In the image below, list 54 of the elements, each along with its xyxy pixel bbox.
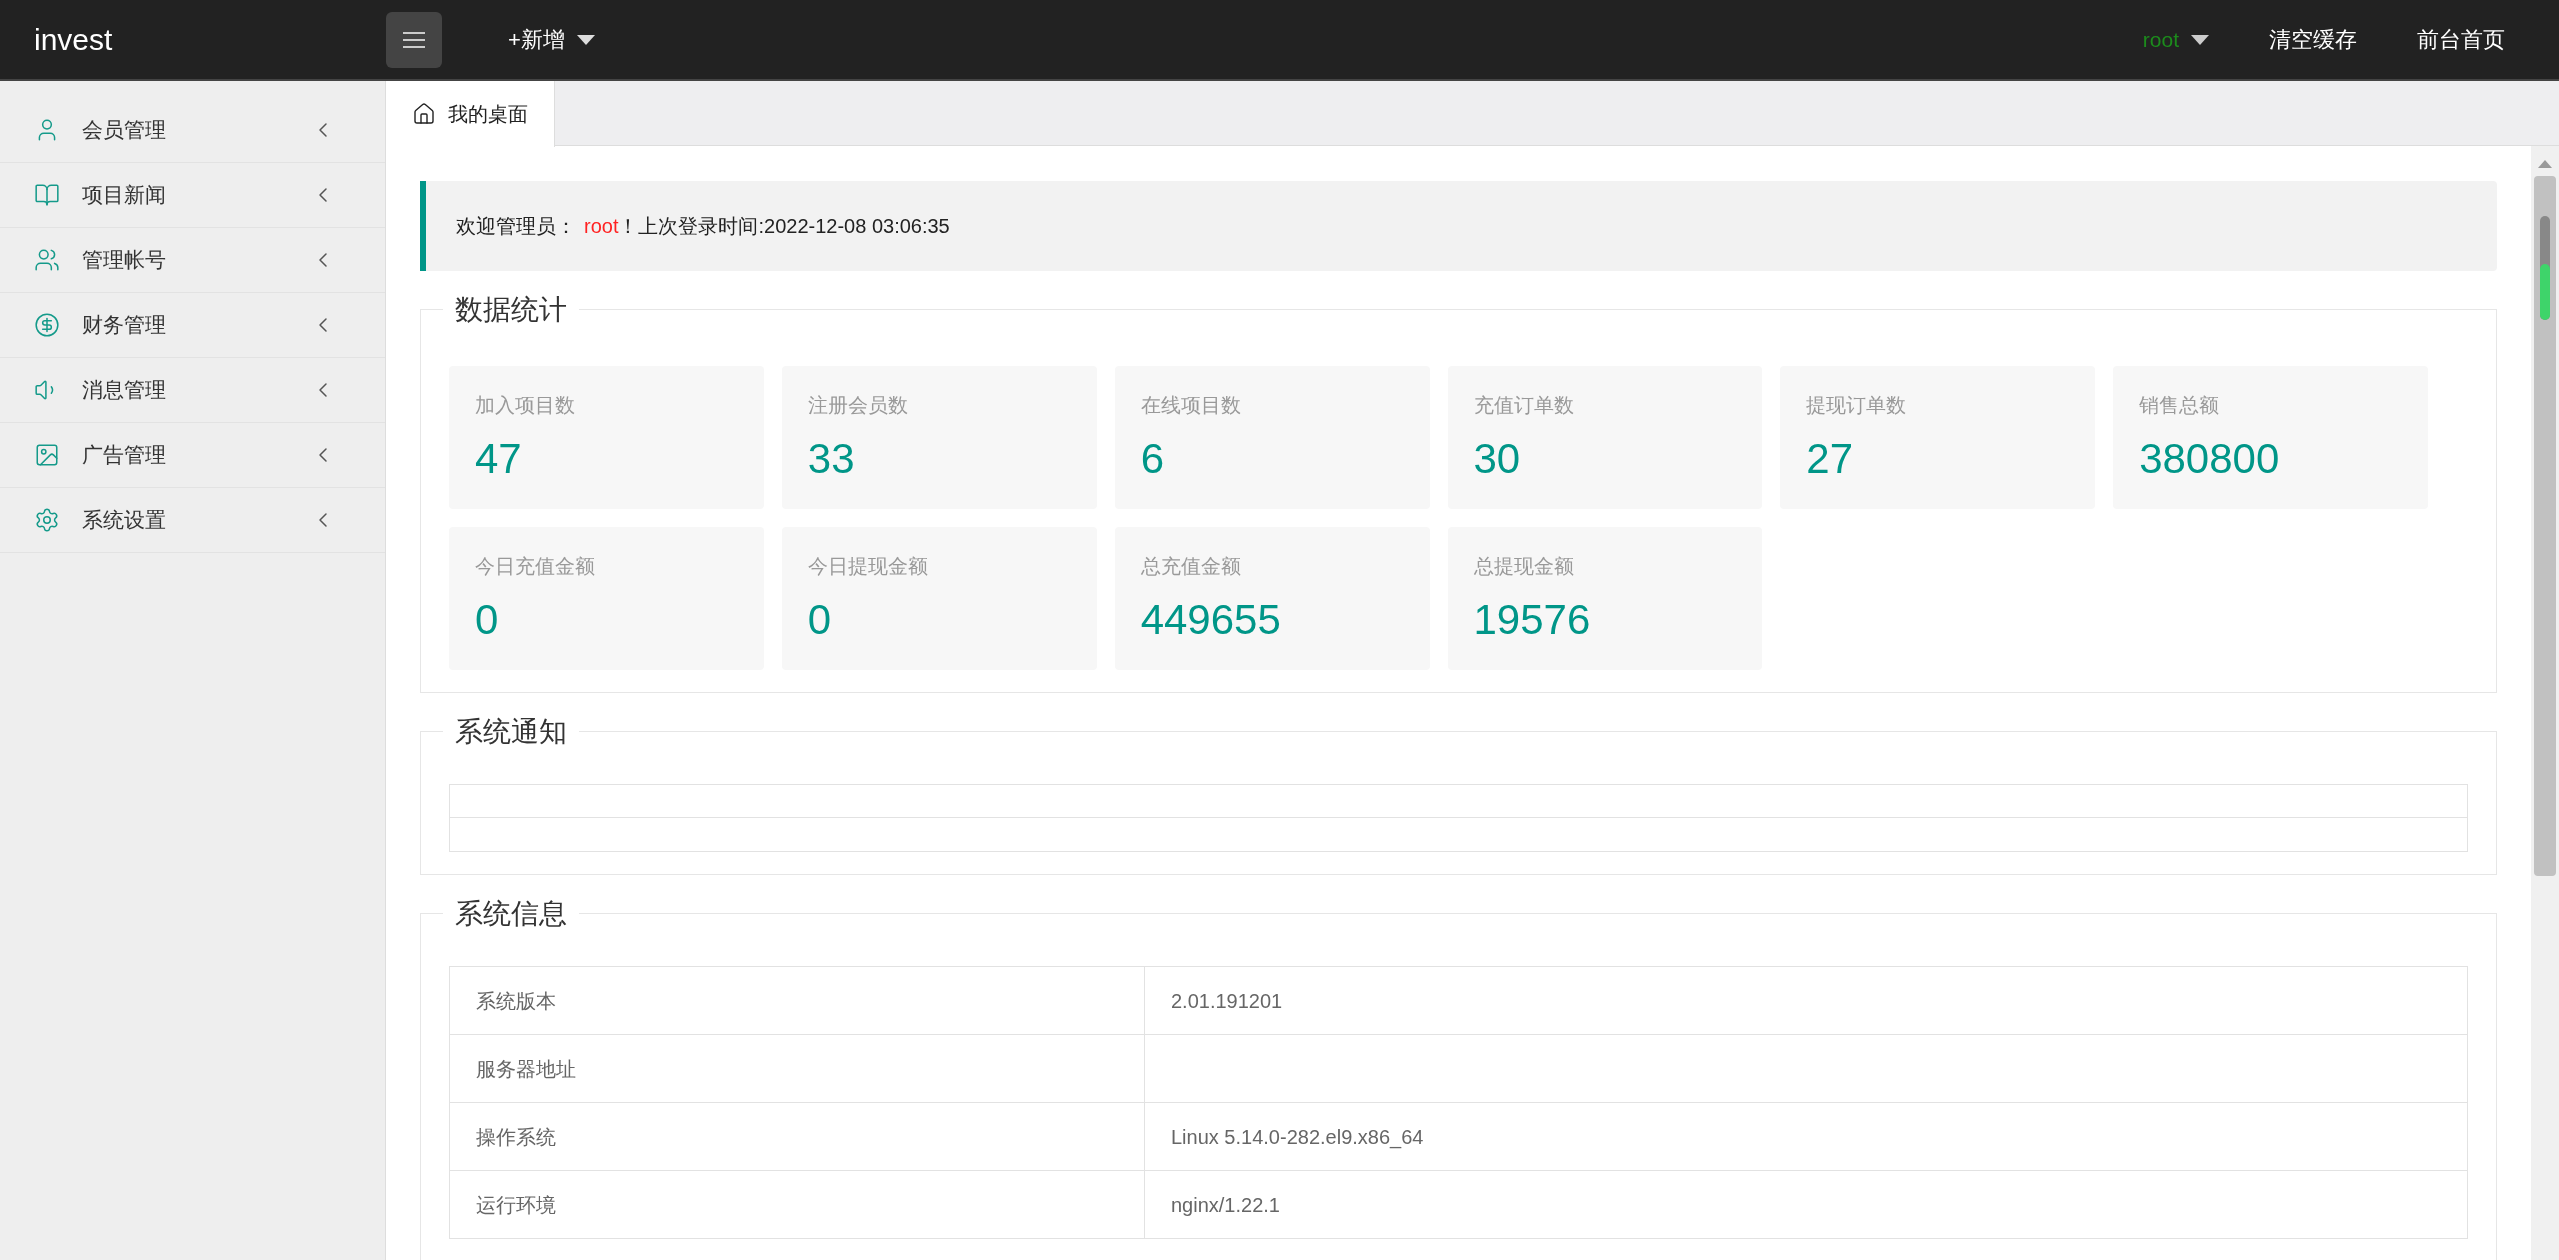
- stat-label: 总提现金额: [1473, 554, 1575, 579]
- currency-circle-icon: [34, 312, 60, 338]
- stat-value: 449655: [1140, 599, 1282, 641]
- sidebar-item[interactable]: 广告管理: [0, 423, 385, 488]
- scrollbar[interactable]: [2531, 146, 2559, 1260]
- stat-label: 在线项目数: [1140, 393, 1242, 418]
- caret-icon: [2191, 34, 2209, 45]
- stat-label: 加入项目数: [475, 393, 576, 418]
- logo: invest: [33, 22, 114, 58]
- stat-value: 30: [1473, 438, 1522, 480]
- sidebar-item[interactable]: 管理帐号: [0, 228, 385, 293]
- image-icon: [34, 442, 60, 468]
- table-cell: nginx/1.22.1: [1144, 1170, 2468, 1239]
- table-cell: 运行环境: [449, 1170, 1145, 1239]
- stat-value: 47: [475, 438, 523, 480]
- stat-label: 注册会员数: [807, 393, 909, 418]
- menu-icon: [403, 30, 425, 49]
- home-icon: [412, 102, 436, 126]
- users-icon: [34, 247, 60, 273]
- welcome-text: 欢迎管理员： root！上次登录时间:2022-12-08 03:06:35: [456, 214, 950, 239]
- stat-label: 今日提现金额: [807, 554, 929, 579]
- menu-toggle-button[interactable]: [386, 11, 442, 68]
- sidebar-item[interactable]: 系统设置: [0, 488, 385, 553]
- header-link[interactable]: 前台首页: [2417, 23, 2505, 56]
- stat-value: 0: [807, 599, 833, 641]
- user-menu[interactable]: root: [2142, 23, 2209, 56]
- table-cell: 系统版本: [449, 966, 1145, 1035]
- scroll-thumb[interactable]: [2540, 216, 2550, 320]
- scroll-up-icon: [2538, 160, 2552, 168]
- stat-value: 33: [807, 438, 856, 480]
- sidebar-item[interactable]: 项目新闻: [0, 163, 385, 228]
- add-menu[interactable]: +新增: [508, 23, 595, 56]
- stat-value: 27: [1806, 438, 1855, 480]
- stat-label: 销售总额: [2139, 393, 2221, 418]
- tab[interactable]: 我的桌面: [386, 81, 555, 147]
- header-link[interactable]: 清空缓存: [2269, 23, 2357, 56]
- stat-label: 总充值金额: [1140, 554, 1242, 579]
- stat-label: 今日充值金额: [475, 554, 596, 579]
- table-cell: 2.01.191201: [1144, 966, 2468, 1035]
- table-cell: 服务器地址: [449, 1034, 1145, 1103]
- stat-value: 0: [475, 599, 500, 641]
- table-cell: Linux 5.14.0-282.el9.x86_64: [1144, 1102, 2468, 1171]
- stat-label: 充值订单数: [1473, 393, 1575, 418]
- sidebar-item[interactable]: 会员管理: [0, 98, 385, 163]
- stat-value: 6: [1140, 438, 1165, 480]
- caret-icon: [576, 34, 595, 45]
- stat-value: 19576: [1473, 599, 1592, 641]
- table-cell: 操作系统: [449, 1102, 1145, 1171]
- sidebar-item[interactable]: 消息管理: [0, 358, 385, 423]
- stat-label: 提现订单数: [1806, 393, 1908, 418]
- settings-icon: [34, 507, 60, 533]
- stat-value: 380800: [2139, 438, 2281, 480]
- book-icon: [34, 182, 60, 208]
- sidebar-item[interactable]: 财务管理: [0, 293, 385, 358]
